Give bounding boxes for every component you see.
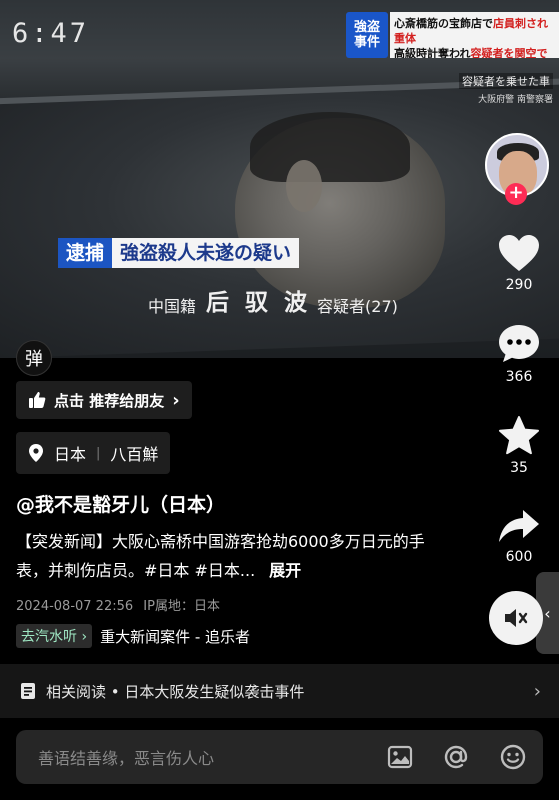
recommend-to-friend-button[interactable]: 点击 推荐给朋友 › xyxy=(16,381,192,419)
suspect-name: 后 驭 波 xyxy=(206,290,312,316)
video-player[interactable]: 6:47 強盗 事件 心斎橋筋の宝飾店で店員刺され重体 高級時計奪われ容疑者を関… xyxy=(0,0,559,358)
emoji-button[interactable] xyxy=(498,742,528,772)
share-button[interactable] xyxy=(496,503,542,549)
heart-icon xyxy=(499,235,539,271)
favorite-count: 35 xyxy=(510,460,528,476)
location-country: 日本 xyxy=(54,445,87,464)
favorite-button[interactable] xyxy=(496,413,542,459)
location-place: 八百鮮 xyxy=(110,445,159,464)
expand-button[interactable]: 展开 xyxy=(269,561,301,580)
news-tag-line1: 強盗 xyxy=(353,20,380,35)
share-count: 600 xyxy=(505,549,533,565)
recommend-label: 点击 推荐给朋友 xyxy=(54,391,165,410)
suspect-suffix: 容疑者(27) xyxy=(317,297,398,316)
news-headline: 心斎橋筋の宝飾店で店員刺され重体 高級時計奪われ容疑者を関空で逮捕 xyxy=(390,12,559,58)
follow-button[interactable]: + xyxy=(505,183,527,205)
speaker-muted-icon xyxy=(505,609,528,627)
location-tag[interactable]: 日本 | 八百鮮 xyxy=(16,432,171,474)
news-caption: 容疑者を乗せた車 xyxy=(459,73,553,89)
suspect-name-line: 中国籍 后 驭 波 容疑者(27) xyxy=(148,283,398,317)
danmu-button[interactable]: 弹 xyxy=(16,340,52,376)
headline-part: 心斎橋筋の宝飾店で xyxy=(394,17,493,30)
mute-button[interactable] xyxy=(489,591,543,645)
headline-part: 高級時計奪われ xyxy=(394,47,471,58)
comment-count: 366 xyxy=(505,369,533,385)
qishui-music-chip[interactable]: 去汽水听 › xyxy=(16,624,93,648)
music-title[interactable]: 重大新闻案件 - 追乐者 xyxy=(100,626,250,647)
ip-location: IP属地：日本 xyxy=(143,599,220,614)
like-button[interactable] xyxy=(496,230,542,276)
image-icon xyxy=(387,745,413,769)
chevron-right-icon: › xyxy=(172,389,180,411)
post-datetime: 2024-08-07 22:56 xyxy=(16,599,134,614)
author-name[interactable]: @我不是豁牙儿（日本） xyxy=(16,490,225,517)
comment-button[interactable] xyxy=(496,321,542,367)
mention-button[interactable] xyxy=(441,742,471,772)
music-row[interactable]: 去汽水听 › 重大新闻案件 - 追乐者 xyxy=(16,624,250,648)
suspect-hair xyxy=(250,112,410,182)
article-icon xyxy=(21,683,35,699)
thumbs-up-icon xyxy=(29,392,46,408)
post-meta: 2024-08-07 22:56 IP属地：日本 xyxy=(16,595,226,614)
video-description: 【突发新闻】大阪心斋桥中国游客抢劫6000多万日元的手表，并刺伤店员。#日本 #… xyxy=(16,527,434,585)
arrest-charge: 強盗殺人未遂の疑い xyxy=(112,238,300,268)
chevron-right-icon: › xyxy=(533,680,541,702)
smiley-icon xyxy=(500,744,526,770)
share-arrow-icon xyxy=(499,510,539,542)
arrest-banner: 逮捕 強盗殺人未遂の疑い xyxy=(58,238,300,268)
comment-placeholder: 善语结善缘，恶言伤人心 xyxy=(38,749,215,768)
news-tag-line2: 事件 xyxy=(353,35,380,50)
image-picker-button[interactable] xyxy=(385,742,415,772)
related-reading-text: 相关阅读 • 日本大阪发生疑似袭击事件 xyxy=(46,682,305,701)
arrest-label: 逮捕 xyxy=(58,238,113,268)
news-tag: 強盗 事件 xyxy=(346,12,388,58)
news-caption-source: 大阪府警 南警察署 xyxy=(478,95,553,105)
tv-clock: 6:47 xyxy=(12,18,90,49)
location-pin-icon xyxy=(29,444,43,462)
like-count: 290 xyxy=(505,277,533,293)
related-reading-bar[interactable]: 相关阅读 • 日本大阪发生疑似袭击事件 › xyxy=(0,664,559,718)
chevron-left-icon: ‹ xyxy=(544,603,551,623)
suspect-ear xyxy=(286,160,322,212)
location-separator: | xyxy=(96,445,101,461)
description-text: 【突发新闻】大阪心斋桥中国游客抢劫6000多万日元的手表，并刺伤店员。#日本 #… xyxy=(16,532,425,580)
suspect-nationality: 中国籍 xyxy=(148,297,197,316)
star-icon xyxy=(499,416,539,455)
comment-icon xyxy=(499,325,539,362)
at-sign-icon xyxy=(444,745,468,769)
